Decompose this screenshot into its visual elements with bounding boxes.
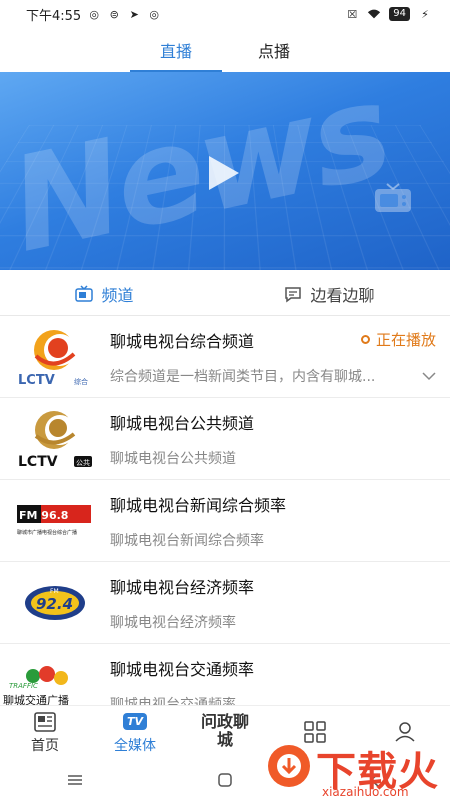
- channel-list: LCTV 综合 聊城电视台综合频道 正在播放 综合频道是一档新闻类节目，内含有聊…: [0, 316, 450, 726]
- nav-home-label: 首页: [31, 737, 59, 754]
- channel-logo: FM 96.8 聊城市广播电视台综合广播: [0, 501, 110, 541]
- tab-on-demand[interactable]: 点播: [250, 28, 298, 72]
- logo-sub: FM: [50, 588, 59, 595]
- channel-info: 聊城电视台综合频道 正在播放 综合频道是一档新闻类节目，内含有聊城...: [110, 328, 450, 386]
- channel-row[interactable]: FM 92.4 聊城电视台经济频率 聊城电视台经济频率: [0, 562, 450, 644]
- notification-icon: ◎: [89, 7, 99, 21]
- status-left: 下午4:55 ◎ ⊜ ➤ ◎: [26, 5, 161, 24]
- video-player[interactable]: News: [0, 72, 450, 270]
- notification-icon-2: ◎: [149, 7, 159, 21]
- channel-logo: TRAFFIC 聊城交通广播: [0, 660, 110, 710]
- channel-logo: FM 92.4: [0, 581, 110, 625]
- charging-icon: ⚡: [421, 7, 429, 21]
- wifi-icon: [367, 7, 381, 21]
- logo-sub: 聊城市广播电视台综合广播: [17, 529, 77, 536]
- wenzheng-icon: 问政聊城: [200, 711, 249, 749]
- channel-row[interactable]: FM 96.8 聊城市广播电视台综合广播 聊城电视台新闻综合频率 聊城电视台新闻…: [0, 480, 450, 562]
- channel-desc: 聊城电视台经济频率: [110, 614, 236, 631]
- playing-label: 正在播放: [375, 331, 436, 349]
- channel-info: 聊城电视台经济频率 聊城电视台经济频率: [110, 574, 450, 632]
- status-time: 下午4:55: [26, 8, 82, 24]
- logo-text: 92.4: [36, 595, 73, 613]
- nav-all-media[interactable]: TV 全媒体: [95, 711, 175, 755]
- playing-status: 正在播放: [360, 329, 436, 350]
- channel-row[interactable]: LCTV 公共 聊城电视台公共频道 聊城电视台公共频道: [0, 398, 450, 480]
- tv-icon: [375, 183, 411, 212]
- watermark-logo-icon: [268, 745, 310, 787]
- play-icon[interactable]: [209, 156, 239, 190]
- channel-desc: 聊城电视台公共频道: [110, 450, 236, 467]
- channel-desc: 聊城电视台新闻综合频率: [110, 532, 264, 549]
- channel-row[interactable]: LCTV 综合 聊城电视台综合频道 正在播放 综合频道是一档新闻类节目，内含有聊…: [0, 316, 450, 398]
- sim-icon: ☒: [347, 7, 358, 21]
- logo-sub: 综合: [74, 377, 88, 386]
- top-tabs: 直播 点播: [0, 28, 450, 72]
- sub-tabs: 频道 边看边聊: [0, 272, 450, 316]
- tab-live[interactable]: 直播: [129, 28, 223, 72]
- tab-watch-and-chat[interactable]: 边看边聊: [284, 282, 375, 306]
- tv-small-icon: [75, 284, 94, 302]
- logo-text: LCTV: [18, 373, 55, 388]
- nav-wenzheng[interactable]: 问政聊城: [185, 711, 265, 753]
- menu-icon[interactable]: [45, 774, 105, 786]
- playing-dot-icon: [360, 335, 370, 344]
- chevron-down-icon[interactable]: [422, 369, 436, 383]
- logo-text: LCTV: [18, 454, 58, 470]
- location-icon: ➤: [129, 7, 139, 21]
- channel-desc: 综合频道是一档新闻类节目，内含有聊城...: [110, 368, 376, 385]
- app-notification-icon: ⊜: [109, 7, 119, 21]
- tab-channels-label: 频道: [101, 285, 134, 305]
- status-bar: 下午4:55 ◎ ⊜ ➤ ◎ ☒ 94 ⚡: [0, 0, 450, 28]
- channel-info: 聊城电视台公共频道 聊城电视台公共频道: [110, 410, 450, 468]
- channel-logo: LCTV 公共: [0, 408, 110, 470]
- status-right: ☒ 94 ⚡: [345, 7, 432, 21]
- watermark: 下载火 xiazaihuo.com: [268, 735, 450, 800]
- chat-icon: [285, 286, 302, 302]
- news-icon: [34, 711, 56, 733]
- home-square-icon[interactable]: [195, 772, 255, 787]
- channel-title: 聊城电视台经济频率: [110, 577, 255, 597]
- watermark-url: xiazaihuo.com: [322, 785, 409, 799]
- channel-title: 聊城电视台交通频率: [110, 659, 255, 679]
- tab-channels[interactable]: 频道: [75, 282, 134, 306]
- logo-text: FM 96.8: [19, 509, 68, 522]
- channel-title: 聊城电视台综合频道: [110, 331, 255, 351]
- channel-title: 聊城电视台公共频道: [110, 413, 255, 433]
- tab-watch-and-chat-label: 边看边聊: [310, 285, 375, 305]
- channel-logo: LCTV 综合: [0, 326, 110, 388]
- channel-title: 聊城电视台新闻综合频率: [110, 495, 287, 515]
- nav-all-media-label: 全媒体: [114, 737, 156, 754]
- tv-badge-icon: TV: [122, 711, 148, 733]
- logo-text: TRAFFIC: [9, 682, 38, 690]
- channel-info: 聊城电视台新闻综合频率 聊城电视台新闻综合频率: [110, 492, 450, 550]
- tv-badge: TV: [122, 713, 148, 730]
- logo-sub: 公共: [76, 458, 90, 467]
- nav-home[interactable]: 首页: [5, 711, 85, 755]
- battery-icon: 94: [389, 7, 410, 21]
